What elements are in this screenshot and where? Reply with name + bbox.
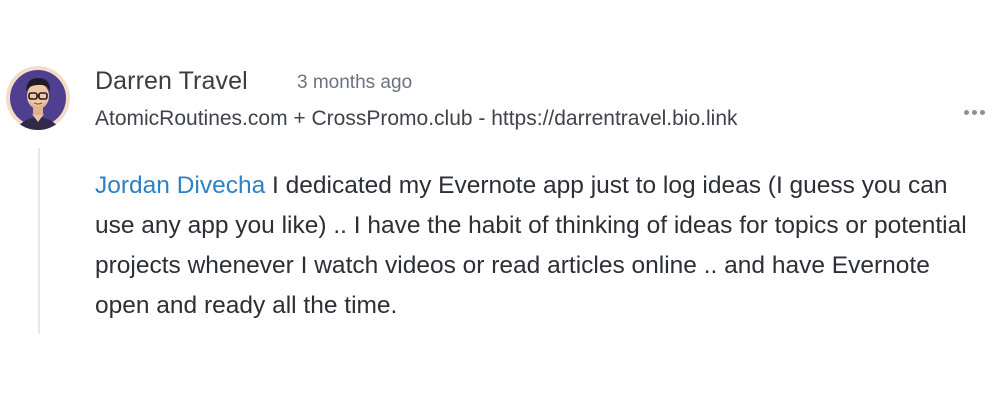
thread-line [38,148,40,334]
comment-timestamp[interactable]: 3 months ago [297,72,412,94]
author-name[interactable]: Darren Travel [95,67,248,96]
author-bio: AtomicRoutines.com + CrossPromo.club - h… [95,107,738,130]
comment-card: Darren Travel 3 months ago AtomicRoutine… [0,0,1000,400]
more-dot [979,109,985,115]
more-dot [963,109,969,115]
more-options-icon[interactable] [960,104,988,120]
more-dot [971,109,977,115]
avatar-illustration [6,66,70,130]
user-mention[interactable]: Jordan Divecha [95,172,265,199]
comment-body: Jordan Divecha I dedicated my Evernote a… [95,166,975,326]
avatar[interactable] [6,66,70,130]
